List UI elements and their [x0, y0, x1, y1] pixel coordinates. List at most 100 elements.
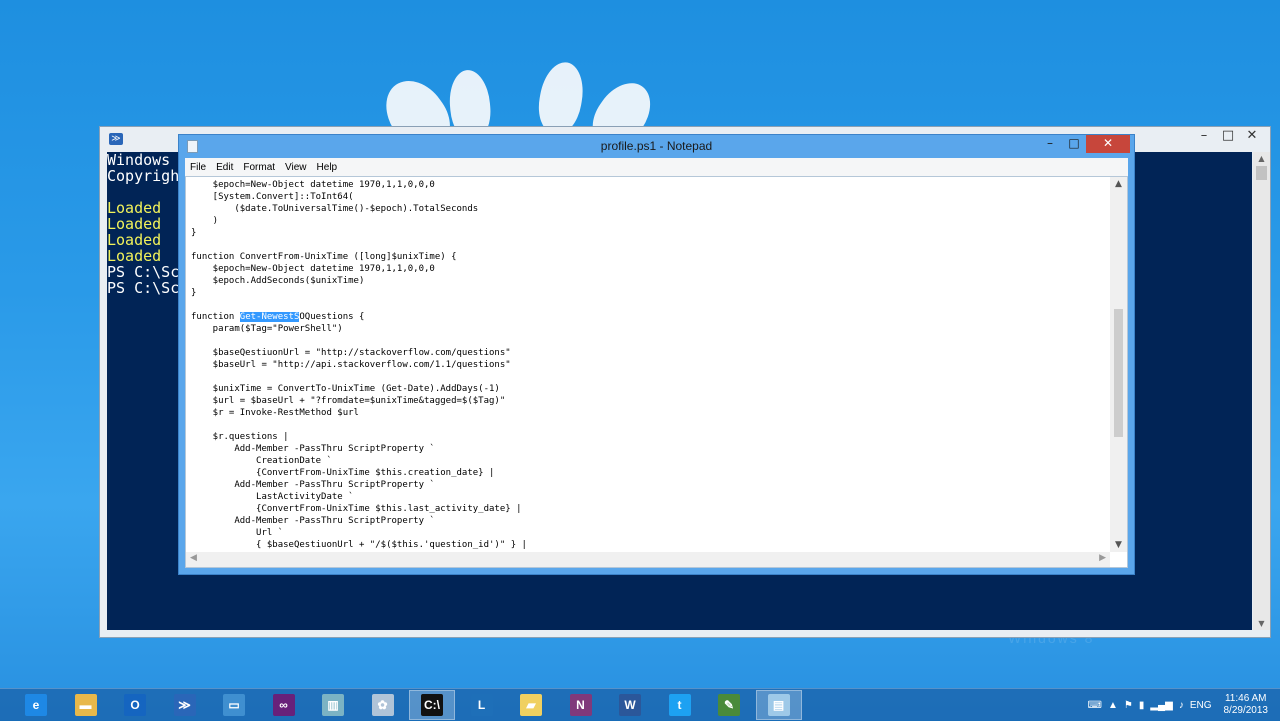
taskbar-button[interactable]: N: [558, 690, 604, 720]
taskbar-button[interactable]: O: [112, 690, 158, 720]
taskbar-button[interactable]: ✿: [360, 690, 406, 720]
code-line: $unixTime = ConvertTo-UnixTime (Get-Date…: [191, 384, 500, 394]
taskbar-button[interactable]: W: [607, 690, 653, 720]
visual-studio-icon: ∞: [272, 694, 295, 716]
menu-file[interactable]: File: [185, 162, 211, 173]
volume-icon[interactable]: ♪: [1179, 700, 1184, 711]
system-tray: ⌨ ▲ ⚑ ▮ ▂▄▆ ♪ ENG 11:46 AM 8/29/2013: [1088, 689, 1280, 721]
taskbar-button[interactable]: ✎: [706, 690, 752, 720]
powershell-icon: ≫: [173, 694, 196, 716]
code-line: $url = $baseUrl + "?fromdate=$unixTime&t…: [191, 396, 506, 406]
menu-edit[interactable]: Edit: [211, 162, 238, 173]
code-text: OQuestions {: [299, 312, 365, 322]
code-line: { $baseQestiuonUrl + "/$($this.'question…: [191, 540, 527, 550]
notepad-icon: ▤: [767, 694, 790, 716]
language-indicator[interactable]: ENG: [1190, 700, 1212, 711]
minimize-button[interactable]: –: [1038, 135, 1062, 153]
outlook-icon: O: [124, 694, 146, 716]
remote-desktop-icon: ▭: [223, 694, 245, 716]
maximize-button[interactable]: □: [1062, 135, 1086, 153]
scroll-down-icon[interactable]: ▼: [1253, 619, 1270, 628]
notepad-title: profile.ps1 - Notepad: [600, 139, 713, 153]
taskbar-button[interactable]: ▥: [310, 690, 356, 720]
close-button[interactable]: ✕: [1240, 127, 1264, 147]
code-line: Add-Member -PassThru ScriptProperty `: [191, 444, 435, 454]
word-icon: W: [619, 694, 641, 716]
code-line: $baseUrl = "http://api.stackoverflow.com…: [191, 360, 511, 370]
taskbar-button[interactable]: ▭: [211, 690, 257, 720]
folder-icon: ▰: [520, 694, 542, 716]
taskbar-button[interactable]: L: [459, 690, 505, 720]
chart-tool-icon: ✎: [718, 694, 740, 716]
scroll-thumb[interactable]: [1114, 309, 1123, 437]
code-line: function Get-NewestSOQuestions {: [191, 311, 1107, 323]
code-line: $r = Invoke-RestMethod $url: [191, 408, 359, 418]
powershell-icon: ≫: [109, 133, 123, 145]
code-line: $epoch=New-Object datetime 1970,1,1,0,0,…: [191, 180, 435, 190]
scroll-thumb[interactable]: [1256, 166, 1267, 180]
building-icon: ▥: [322, 694, 344, 716]
notepad-titlebar[interactable]: profile.ps1 - Notepad – □ ✕: [179, 135, 1134, 158]
code-area[interactable]: $epoch=New-Object datetime 1970,1,1,0,0,…: [191, 179, 1107, 551]
code-line: $baseQestiuonUrl = "http://stackoverflow…: [191, 348, 511, 358]
clock[interactable]: 11:46 AM 8/29/2013: [1224, 693, 1269, 717]
taskbar-button[interactable]: ≫: [162, 690, 208, 720]
maximize-button[interactable]: □: [1216, 127, 1240, 147]
clock-time: 11:46 AM: [1224, 693, 1267, 704]
internet-explorer-icon: e: [25, 694, 47, 716]
scroll-up-icon[interactable]: ▲: [1253, 154, 1270, 163]
keyboard-icon[interactable]: ⌨: [1088, 700, 1102, 711]
code-line: ($date.ToUniversalTime()-$epoch).TotalSe…: [191, 204, 479, 214]
powershell-scrollbar[interactable]: ▲ ▼: [1253, 152, 1270, 630]
file-explorer-icon: ▬: [74, 694, 97, 716]
scroll-right-icon[interactable]: ▶: [1099, 553, 1106, 563]
command-prompt-icon: C:\: [421, 694, 443, 716]
minimize-button[interactable]: –: [1192, 127, 1216, 147]
taskbar-button[interactable]: ▬: [63, 690, 109, 720]
menu-bar: File Edit Format View Help: [185, 158, 1128, 176]
code-line: Add-Member -PassThru ScriptProperty `: [191, 480, 435, 490]
lync-icon: L: [470, 694, 493, 716]
menu-format[interactable]: Format: [238, 162, 280, 173]
scroll-left-icon[interactable]: ◀: [190, 553, 197, 563]
notepad-window[interactable]: profile.ps1 - Notepad – □ ✕ File Edit Fo…: [178, 134, 1135, 575]
code-line: {ConvertFrom-UnixTime $this.last_activit…: [191, 504, 522, 514]
code-line: [System.Convert]::ToInt64(: [191, 192, 354, 202]
taskbar-button[interactable]: ∞: [261, 690, 307, 720]
menu-view[interactable]: View: [280, 162, 312, 173]
scroll-up-icon[interactable]: ▲: [1110, 179, 1127, 189]
code-line: $epoch.AddSeconds($unixTime): [191, 276, 365, 286]
clock-date: 8/29/2013: [1223, 705, 1269, 716]
network-tool-icon: ✿: [371, 694, 394, 716]
taskbar-button[interactable]: ▤: [755, 690, 802, 720]
scroll-down-icon[interactable]: ▼: [1110, 540, 1127, 550]
code-text: function: [191, 312, 240, 322]
selected-text[interactable]: Get-NewestS: [239, 312, 300, 322]
code-line: }: [191, 288, 197, 298]
code-line: ): [191, 216, 219, 226]
code-line: Add-Member -PassThru ScriptProperty `: [191, 516, 435, 526]
twitter-icon: t: [668, 694, 691, 716]
taskbar-button[interactable]: ▰: [508, 690, 554, 720]
power-icon[interactable]: ▮: [1139, 700, 1145, 711]
taskbar-button[interactable]: C:\: [409, 690, 455, 720]
flag-icon[interactable]: ⚑: [1124, 700, 1133, 711]
horizontal-scrollbar[interactable]: ◀ ▶: [186, 552, 1110, 567]
code-line: LastActivityDate `: [191, 492, 354, 502]
close-button[interactable]: ✕: [1086, 135, 1130, 153]
taskbar-button[interactable]: e: [13, 690, 59, 720]
taskbar-button[interactable]: t: [657, 690, 703, 720]
show-hidden-icons-icon[interactable]: ▲: [1108, 700, 1118, 711]
vertical-scrollbar[interactable]: ▲ ▼: [1110, 177, 1127, 552]
code-line: }: [191, 228, 197, 238]
text-editor[interactable]: $epoch=New-Object datetime 1970,1,1,0,0,…: [185, 176, 1128, 568]
onenote-icon: N: [569, 694, 592, 716]
menu-help[interactable]: Help: [312, 162, 343, 173]
code-line: param($Tag="PowerShell"): [191, 324, 343, 334]
network-icon[interactable]: ▂▄▆: [1150, 700, 1172, 711]
